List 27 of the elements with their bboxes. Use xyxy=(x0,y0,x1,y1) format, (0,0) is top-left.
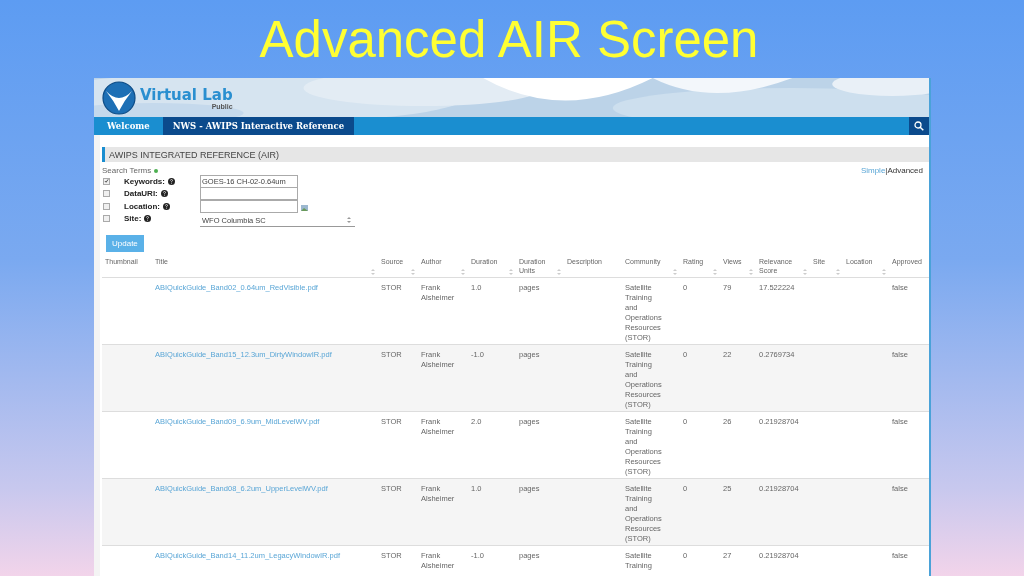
search-icon xyxy=(914,121,924,131)
help-icon[interactable] xyxy=(163,202,170,210)
checkbox[interactable] xyxy=(103,190,110,198)
input-field[interactable] xyxy=(200,187,298,201)
section-title: AWIPS INTEGRATED REFERENCE (AIR) xyxy=(102,147,929,162)
field-label: Keywords: xyxy=(124,176,165,186)
field-label: DataURI: xyxy=(124,189,158,199)
checkbox[interactable] xyxy=(103,177,110,185)
caret-icon xyxy=(347,217,351,224)
nav-tab[interactable]: NWS - AWIPS Interactive Reference xyxy=(162,117,355,135)
help-icon[interactable] xyxy=(167,177,175,185)
logo-icon xyxy=(102,80,136,115)
nav-tab[interactable]: Welcome xyxy=(94,117,163,135)
checkbox[interactable] xyxy=(103,202,110,210)
help-icon[interactable] xyxy=(160,190,168,198)
mode-link[interactable]: Advanced xyxy=(887,166,923,175)
slide-title: Advanced AIR Screen xyxy=(259,9,759,69)
help-icon[interactable] xyxy=(144,215,152,223)
site-name: Virtual Lab xyxy=(140,86,233,103)
input-field[interactable] xyxy=(200,199,298,213)
search-button[interactable] xyxy=(909,117,929,135)
field-label: Site: xyxy=(124,214,142,224)
map-icon[interactable] xyxy=(301,205,308,212)
separator: | xyxy=(885,166,888,175)
field-label: Location: xyxy=(124,201,160,211)
checkbox[interactable] xyxy=(103,215,110,223)
search-terms-heading: Search Terms xyxy=(102,166,152,175)
